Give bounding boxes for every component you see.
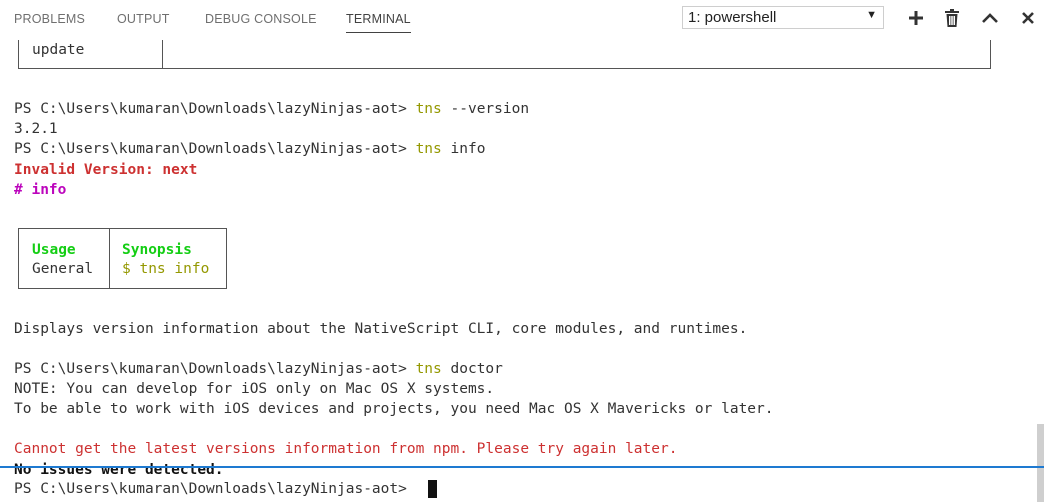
terminal-line: PS C:\Users\kumaran\Downloads\lazyNinjas… (14, 359, 503, 379)
table-border (990, 40, 991, 68)
trash-icon[interactable] (942, 8, 962, 28)
terminal-cursor (428, 480, 437, 498)
table-border (162, 40, 163, 68)
tab-debug-console[interactable]: DEBUG CONSOLE (205, 12, 317, 26)
terminal-line: To be able to work with iOS devices and … (14, 401, 774, 417)
error-line: Cannot get the latest versions informati… (14, 441, 678, 457)
prompt: PS C:\Users\kumaran\Downloads\lazyNinjas… (14, 141, 416, 157)
chevron-up-icon[interactable] (980, 8, 1000, 28)
table-border (18, 228, 19, 289)
table-border (18, 288, 227, 289)
terminal-line: PS C:\Users\kumaran\Downloads\lazyNinjas… (14, 481, 416, 497)
table-cell: update (32, 42, 85, 58)
panel-header: PROBLEMS OUTPUT DEBUG CONSOLE TERMINAL 1… (0, 0, 1044, 36)
command-args: --version (441, 101, 530, 117)
terminal-line: NOTE: You can develop for iOS only on Ma… (14, 381, 495, 397)
tab-problems[interactable]: PROBLEMS (14, 12, 85, 26)
close-icon[interactable] (1018, 8, 1038, 28)
terminal-select[interactable]: 1: powershell ▼ (682, 6, 884, 29)
tab-terminal[interactable]: TERMINAL (346, 12, 411, 33)
command-args: info (441, 141, 486, 157)
command-args: doctor (441, 361, 503, 377)
table-cell: General (32, 261, 94, 277)
command: tns (415, 361, 442, 377)
terminal-output[interactable]: update PS C:\Users\kumaran\Downloads\laz… (0, 36, 1044, 504)
table-border (226, 228, 227, 289)
command: tns (415, 141, 442, 157)
terminal-line: No issues were detected. (14, 462, 224, 478)
table-border (18, 40, 19, 68)
error-line: Invalid Version: next (14, 162, 198, 178)
prompt: PS C:\Users\kumaran\Downloads\lazyNinjas… (14, 361, 416, 377)
table-header: Synopsis (122, 242, 192, 258)
chevron-down-icon: ▼ (866, 9, 877, 21)
table-header: Usage (32, 242, 76, 258)
heading-line: # info (14, 182, 67, 198)
terminal-line: 3.2.1 (14, 121, 58, 137)
table-border (109, 228, 110, 289)
terminal-select-value: 1: powershell (688, 9, 777, 26)
scrollbar-thumb[interactable] (1037, 424, 1044, 502)
terminal-line: PS C:\Users\kumaran\Downloads\lazyNinjas… (14, 139, 485, 159)
active-tab-indicator (346, 32, 411, 33)
table-cell: $ tns info (122, 261, 210, 277)
table-border (18, 68, 991, 69)
status-bar-edge (0, 466, 1044, 468)
command: tns (415, 101, 442, 117)
prompt: PS C:\Users\kumaran\Downloads\lazyNinjas… (14, 101, 416, 117)
tab-output[interactable]: OUTPUT (117, 12, 170, 26)
plus-icon[interactable] (906, 8, 926, 28)
tab-terminal-label: TERMINAL (346, 12, 411, 26)
table-border (18, 228, 227, 229)
terminal-line: PS C:\Users\kumaran\Downloads\lazyNinjas… (14, 99, 529, 119)
terminal-line: Displays version information about the N… (14, 321, 748, 337)
